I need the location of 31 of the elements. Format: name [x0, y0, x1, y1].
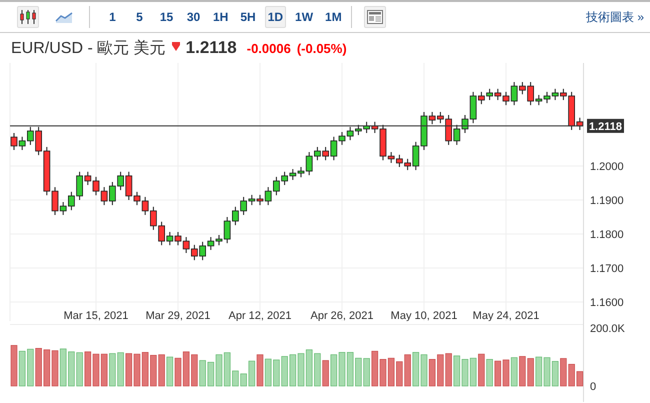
symbol-name: EUR/USD - 歐元 美元: [11, 38, 166, 58]
price-axis-label: 1.1600: [590, 296, 624, 309]
date-axis-label: Mar 15, 2021: [64, 310, 128, 321]
price-axis-label: 1.1800: [590, 228, 624, 241]
price-marker: 1.2118: [587, 118, 624, 133]
bearish-candle: [10, 132, 18, 151]
candlestick-chart-button[interactable]: [17, 6, 39, 28]
date-axis-label: May 24, 2021: [472, 310, 540, 321]
layout-button[interactable]: [364, 6, 386, 28]
bullish-candle: [510, 82, 518, 106]
bullish-candle: [486, 88, 493, 101]
price-axis-label: 1.1700: [590, 262, 624, 275]
volume-bar: [576, 371, 584, 386]
bullish-candle: [166, 231, 174, 246]
price-axis-label: 1.2000: [590, 161, 624, 173]
percent-change: (-0.05%): [296, 40, 347, 56]
date-axis-label: Apr 12, 2021: [228, 310, 292, 321]
price-change: -0.0006: [246, 40, 291, 56]
bearish-candle: [322, 146, 329, 161]
date-axis-label: Apr 26, 2021: [310, 310, 374, 321]
bearish-candle: [256, 194, 264, 206]
date-axis-label: May 10, 2021: [390, 310, 458, 321]
date-axis-label: Mar 29, 2021: [146, 310, 210, 321]
interval-tab[interactable]: 1D: [264, 6, 286, 28]
layout-icon: [366, 10, 383, 24]
volume-axis-label: 0: [590, 381, 596, 393]
volume-axis-label: 200.0K: [590, 323, 625, 335]
last-price: 1.2118: [186, 38, 237, 58]
bearish-candle: [478, 91, 485, 105]
price-axis-label: 1.1900: [590, 195, 624, 207]
technical-chart-link[interactable]: 技術圖表 »: [586, 8, 644, 26]
